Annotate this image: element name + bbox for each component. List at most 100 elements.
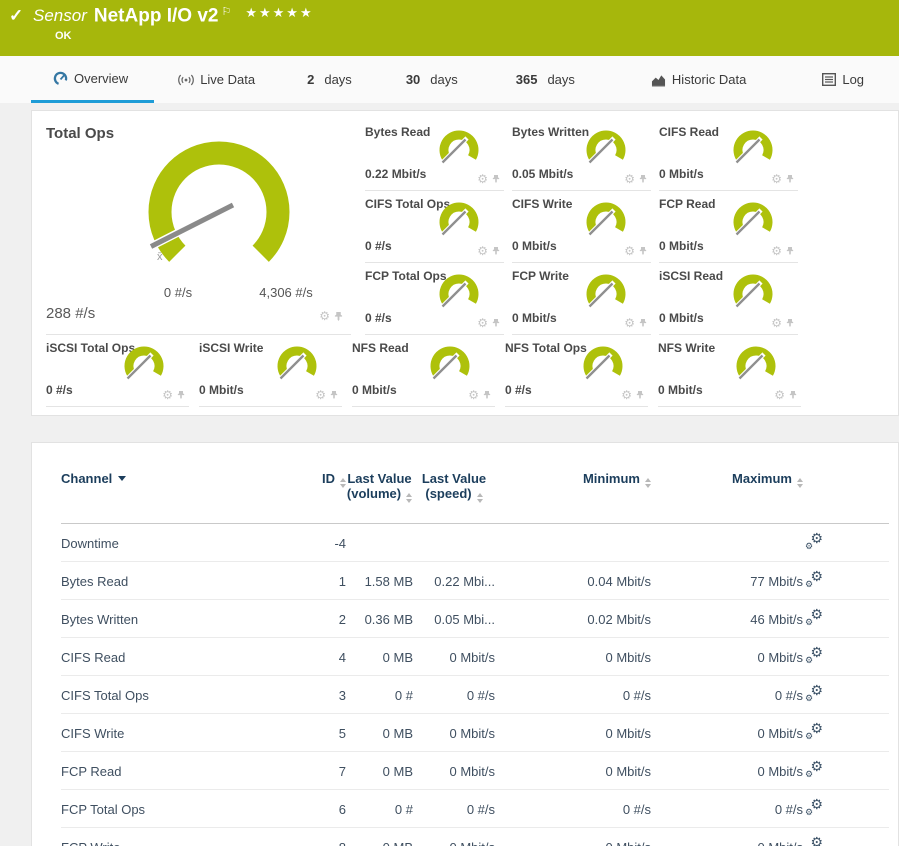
- channel-row[interactable]: CIFS Write 5 0 MB 0 Mbit/s 0 Mbit/s 0 Mb…: [61, 714, 889, 752]
- gauge-settings-gear-icon[interactable]: ⚙: [771, 245, 782, 257]
- channel-settings-icon[interactable]: ⚙ ⚙: [805, 723, 823, 740]
- channel-id: 6: [286, 790, 346, 828]
- channel-name[interactable]: FCP Total Ops: [61, 790, 286, 828]
- tab-label: Log: [842, 72, 864, 87]
- gauge-tile: CIFS Total Ops 0 #/s ⚙: [365, 191, 504, 263]
- pin-icon[interactable]: [492, 246, 500, 256]
- gauge-max-label: 4,306 #/s: [236, 285, 336, 300]
- gauge-tile: iSCSI Read 0 Mbit/s ⚙: [659, 263, 798, 335]
- column-header-minimum[interactable]: Minimum: [495, 455, 651, 524]
- pin-icon[interactable]: [639, 318, 647, 328]
- channel-minimum: 0 Mbit/s: [495, 638, 651, 676]
- gear-icon: ⚙: [805, 617, 813, 628]
- mini-gauge: [121, 346, 167, 388]
- pin-icon[interactable]: [786, 246, 794, 256]
- pin-icon[interactable]: [334, 311, 343, 322]
- column-header-last-value-volume[interactable]: Last Value (volume): [346, 455, 413, 524]
- channel-name[interactable]: Downtime: [61, 524, 286, 562]
- pin-icon[interactable]: [177, 390, 185, 400]
- pin-icon[interactable]: [492, 174, 500, 184]
- flag-icon[interactable]: ⚐: [221, 6, 231, 18]
- gauge-title: Total Ops: [46, 125, 114, 142]
- gauge-settings-gear-icon[interactable]: ⚙: [315, 389, 326, 401]
- tab-historic-data[interactable]: Historic Data: [637, 56, 760, 103]
- pin-icon[interactable]: [492, 318, 500, 328]
- gauge-settings-gear-icon[interactable]: ⚙: [477, 173, 488, 185]
- channel-settings-icon[interactable]: ⚙ ⚙: [805, 533, 823, 550]
- channel-name[interactable]: Bytes Read: [61, 562, 286, 600]
- tab-number: 30: [406, 72, 420, 87]
- channel-settings-icon[interactable]: ⚙ ⚙: [805, 837, 823, 846]
- channel-settings-icon[interactable]: ⚙ ⚙: [805, 685, 823, 702]
- column-label: Maximum: [732, 471, 792, 486]
- channel-row[interactable]: Bytes Read 1 1.58 MB 0.22 Mbi... 0.04 Mb…: [61, 562, 889, 600]
- channel-last-value-speed: 0 #/s: [413, 676, 495, 714]
- channel-name[interactable]: FCP Read: [61, 752, 286, 790]
- channel-row[interactable]: FCP Read 7 0 MB 0 Mbit/s 0 Mbit/s 0 Mbit…: [61, 752, 889, 790]
- mini-gauge: [583, 202, 629, 244]
- channel-settings-icon[interactable]: ⚙ ⚙: [805, 761, 823, 778]
- tab-log[interactable]: Log: [808, 56, 878, 103]
- gauge-settings-gear-icon[interactable]: ⚙: [624, 245, 635, 257]
- gauge-settings-gear-icon[interactable]: ⚙: [468, 389, 479, 401]
- channel-row[interactable]: Bytes Written 2 0.36 MB 0.05 Mbi... 0.02…: [61, 600, 889, 638]
- pin-icon[interactable]: [786, 318, 794, 328]
- column-label: Minimum: [583, 471, 640, 486]
- channel-row[interactable]: CIFS Total Ops 3 0 # 0 #/s 0 #/s 0 #/s ⚙…: [61, 676, 889, 714]
- pin-icon[interactable]: [786, 174, 794, 184]
- gauge-tile: NFS Read 0 Mbit/s ⚙: [352, 335, 495, 407]
- gauge-title: FCP Write: [512, 269, 569, 283]
- gauge-settings-gear-icon[interactable]: ⚙: [621, 389, 632, 401]
- gauge-settings-gear-icon[interactable]: ⚙: [774, 389, 785, 401]
- channel-last-value-speed: 0 Mbit/s: [413, 752, 495, 790]
- pin-icon[interactable]: [639, 174, 647, 184]
- sort-icon: [797, 478, 803, 488]
- channel-name[interactable]: CIFS Write: [61, 714, 286, 752]
- channel-settings-icon[interactable]: ⚙ ⚙: [805, 609, 823, 626]
- pin-icon[interactable]: [483, 390, 491, 400]
- gauge-value: 0 #/s: [46, 383, 73, 397]
- gauge-tile-total-ops: Total Ops x̄ 0 #/s 4,306 #/s 288 #/s ⚙: [46, 119, 351, 335]
- gauge-settings-gear-icon[interactable]: ⚙: [624, 173, 635, 185]
- channel-maximum: 0 #/s: [651, 676, 803, 714]
- gauge-settings-gear-icon[interactable]: ⚙: [162, 389, 173, 401]
- gauge-settings-gear-icon[interactable]: ⚙: [771, 317, 782, 329]
- mini-gauge: [730, 130, 776, 172]
- channel-row[interactable]: FCP Write 8 0 MB 0 Mbit/s 0 Mbit/s 0 Mbi…: [61, 828, 889, 846]
- tab-live-data[interactable]: Live Data: [164, 56, 269, 103]
- channel-settings-icon[interactable]: ⚙ ⚙: [805, 799, 823, 816]
- gear-icon: ⚙: [805, 731, 813, 742]
- pin-icon[interactable]: [636, 390, 644, 400]
- tab-2-days[interactable]: 2 days: [293, 56, 366, 103]
- column-header-maximum[interactable]: Maximum: [651, 455, 803, 524]
- column-header-id[interactable]: ID: [286, 455, 346, 524]
- channel-name[interactable]: FCP Write: [61, 828, 286, 846]
- gauge-settings-gear-icon[interactable]: ⚙: [477, 245, 488, 257]
- channel-name[interactable]: CIFS Read: [61, 638, 286, 676]
- channel-settings-icon[interactable]: ⚙ ⚙: [805, 571, 823, 588]
- channel-row[interactable]: Downtime -4 ⚙ ⚙: [61, 524, 889, 562]
- pin-icon[interactable]: [330, 390, 338, 400]
- gauge-settings-gear-icon[interactable]: ⚙: [477, 317, 488, 329]
- column-header-last-value-speed[interactable]: Last Value (speed): [413, 455, 495, 524]
- column-header-channel[interactable]: Channel: [61, 455, 286, 524]
- tab-365-days[interactable]: 365 days: [502, 56, 589, 103]
- gauge-settings-gear-icon[interactable]: ⚙: [319, 310, 330, 322]
- priority-stars[interactable]: ★★★★★: [245, 5, 313, 20]
- tab-number: 2: [307, 72, 314, 87]
- channel-name[interactable]: Bytes Written: [61, 600, 286, 638]
- channel-row[interactable]: CIFS Read 4 0 MB 0 Mbit/s 0 Mbit/s 0 Mbi…: [61, 638, 889, 676]
- gauge-title: Bytes Read: [365, 125, 430, 139]
- gauge-settings-gear-icon[interactable]: ⚙: [771, 173, 782, 185]
- average-marker: x̄: [157, 251, 163, 263]
- gauge-settings-gear-icon[interactable]: ⚙: [624, 317, 635, 329]
- pin-icon[interactable]: [639, 246, 647, 256]
- gear-icon: ⚙: [805, 807, 813, 818]
- channel-name[interactable]: CIFS Total Ops: [61, 676, 286, 714]
- tab-30-days[interactable]: 30 days: [392, 56, 472, 103]
- channel-row[interactable]: FCP Total Ops 6 0 # 0 #/s 0 #/s 0 #/s ⚙ …: [61, 790, 889, 828]
- pin-icon[interactable]: [789, 390, 797, 400]
- gauge-tile: CIFS Write 0 Mbit/s ⚙: [512, 191, 651, 263]
- tab-overview[interactable]: Overview: [31, 56, 154, 103]
- channel-settings-icon[interactable]: ⚙ ⚙: [805, 647, 823, 664]
